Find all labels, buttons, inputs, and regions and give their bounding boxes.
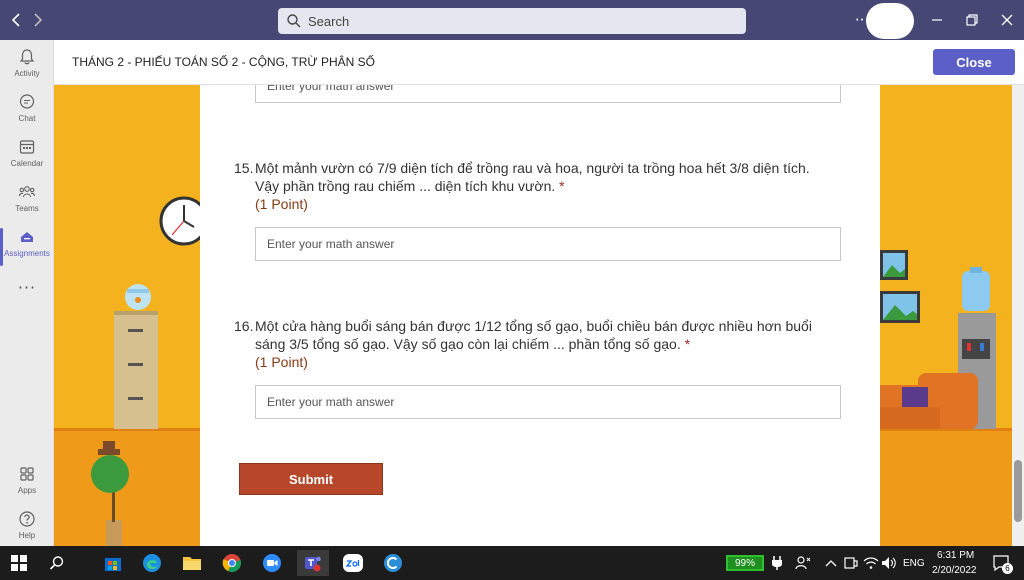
page-title: THÁNG 2 - PHIẾU TOÁN SỐ 2 - CỘNG, TRỪ PH… xyxy=(72,55,375,69)
rail-label: Calendar xyxy=(10,159,44,168)
zoom-icon[interactable] xyxy=(259,550,285,576)
store-icon[interactable] xyxy=(100,550,126,576)
teams-icon xyxy=(18,186,36,198)
chat-icon xyxy=(19,94,35,109)
clock-icon xyxy=(159,196,200,246)
assignment-header: THÁNG 2 - PHIẾU TOÁN SỐ 2 - CỘNG, TRỪ PH… xyxy=(54,40,1024,85)
taskbar: 99% ENG 6:31 PM 2/20/2022 6 xyxy=(0,546,1024,580)
search-icon[interactable] xyxy=(44,550,70,576)
rail-label: Chat xyxy=(18,114,36,123)
avatar[interactable] xyxy=(866,3,914,39)
question-number: 16. xyxy=(234,318,254,334)
language-indicator[interactable]: ENG xyxy=(903,558,925,569)
clock-time[interactable]: 6:31 PM xyxy=(937,550,974,561)
forward-arrow-icon[interactable] xyxy=(28,10,48,30)
rail-label: Teams xyxy=(15,204,39,213)
answer-input-16[interactable] xyxy=(255,385,841,419)
minimize-icon[interactable] xyxy=(925,8,949,32)
assignments-icon xyxy=(21,232,33,242)
scrollbar-thumb[interactable] xyxy=(1014,460,1022,522)
question-text: Một mảnh vườn có 7/9 diện tích để trồng … xyxy=(255,160,810,194)
rail-item-teams[interactable]: Teams xyxy=(0,183,54,227)
clock-date[interactable]: 2/20/2022 xyxy=(932,565,977,576)
background-left-illustration xyxy=(54,85,200,546)
answer-input-14[interactable] xyxy=(255,85,841,103)
picture-frame-icon xyxy=(880,291,920,323)
rail-item-activity[interactable]: Activity xyxy=(0,48,54,92)
question-number: 15. xyxy=(234,160,254,176)
form-viewport: 15. Một mảnh vườn có 7/9 diện tích để tr… xyxy=(54,85,1012,546)
close-window-icon[interactable] xyxy=(995,8,1019,32)
windows-start-icon[interactable] xyxy=(6,550,32,576)
title-bar: ··· xyxy=(0,0,1024,40)
edge-icon[interactable] xyxy=(139,550,165,576)
answer-input-15[interactable] xyxy=(255,227,841,261)
rail-label: Apps xyxy=(17,486,37,495)
submit-button[interactable]: Submit xyxy=(239,463,383,495)
question-points: (1 Point) xyxy=(255,196,308,212)
power-plug-icon[interactable] xyxy=(764,550,790,576)
rail-label: Activity xyxy=(14,69,40,78)
question-points: (1 Point) xyxy=(255,354,308,370)
people-icon[interactable] xyxy=(790,550,816,576)
file-explorer-icon[interactable] xyxy=(179,550,205,576)
chrome-icon[interactable] xyxy=(219,550,245,576)
required-marker: * xyxy=(559,178,565,194)
required-marker: * xyxy=(684,336,691,352)
picture-frame-icon xyxy=(880,250,908,280)
close-button[interactable]: Close xyxy=(933,49,1015,75)
rail-label: Help xyxy=(18,531,36,540)
teams-taskbar-icon[interactable] xyxy=(297,550,329,576)
search-box[interactable] xyxy=(278,8,746,34)
restore-icon[interactable] xyxy=(960,8,984,32)
rail-item-assignments[interactable]: Assignments xyxy=(0,228,54,272)
rail-item-apps[interactable]: Apps xyxy=(0,465,54,509)
zalo-icon[interactable] xyxy=(340,550,366,576)
notification-count: 6 xyxy=(1002,563,1013,574)
question-text: Một cửa hàng buổi sáng bán được 1/12 tổn… xyxy=(255,318,812,352)
apps-icon xyxy=(20,467,34,481)
app-rail: Activity Chat Calendar Teams Assignments… xyxy=(0,40,54,546)
volume-icon[interactable] xyxy=(876,550,902,576)
more-apps-icon[interactable]: ··· xyxy=(0,278,54,297)
help-icon xyxy=(19,511,35,527)
rail-label: Assignments xyxy=(4,249,50,258)
back-arrow-icon[interactable] xyxy=(6,10,26,30)
search-input[interactable] xyxy=(308,13,728,29)
background-right-illustration xyxy=(880,85,1012,546)
form-panel: 15. Một mảnh vườn có 7/9 diện tích để tr… xyxy=(200,85,880,546)
search-icon xyxy=(287,14,301,28)
scrollbar[interactable] xyxy=(1012,85,1024,546)
question-16: 16. Một cửa hàng buổi sáng bán được 1/12… xyxy=(234,317,834,371)
rail-item-calendar[interactable]: Calendar xyxy=(0,138,54,182)
question-15: 15. Một mảnh vườn có 7/9 diện tích để tr… xyxy=(234,159,834,213)
app-circle-icon[interactable] xyxy=(380,550,406,576)
rail-item-chat[interactable]: Chat xyxy=(0,93,54,137)
bell-icon xyxy=(19,49,35,65)
calendar-icon xyxy=(19,140,35,154)
battery-indicator[interactable]: 99% xyxy=(726,555,764,571)
